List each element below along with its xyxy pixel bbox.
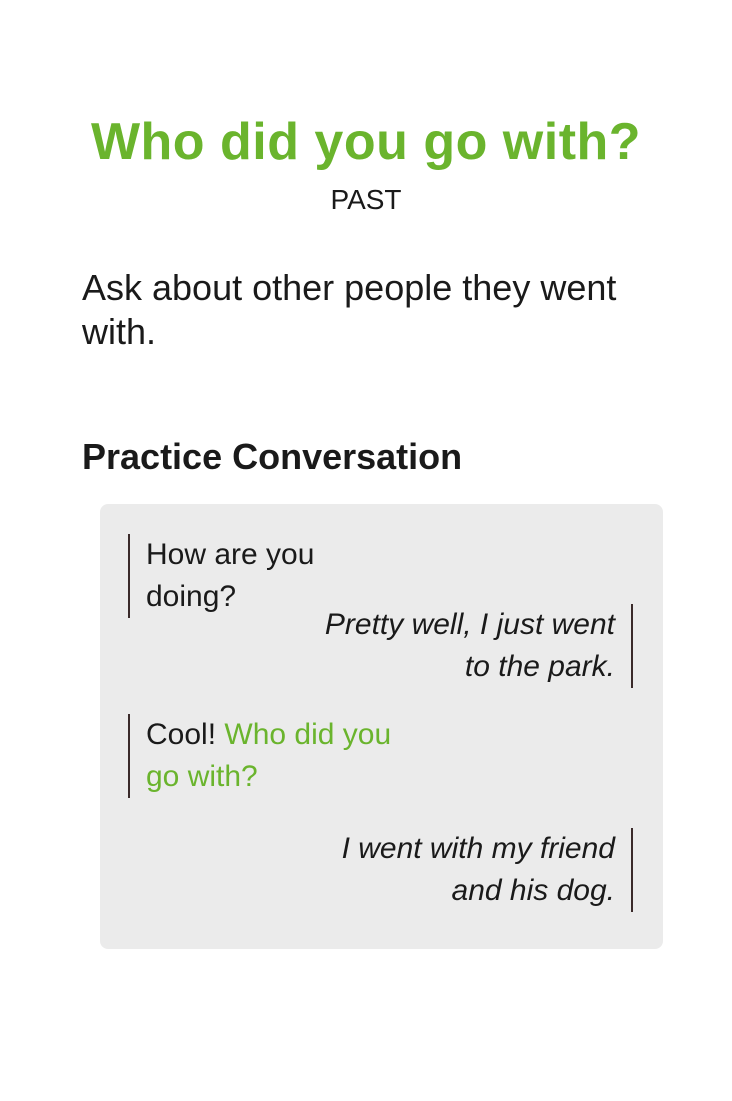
conversation-line-3-prefix: Cool! bbox=[146, 718, 225, 751]
conversation-box: How are you doing? Pretty well, I just w… bbox=[100, 504, 663, 949]
conversation-line-3: Cool! Who did you go with? bbox=[128, 714, 396, 798]
instruction-text: Ask about other people they went with. bbox=[82, 267, 617, 352]
conversation-line-2: Pretty well, I just went to the park. bbox=[315, 604, 633, 688]
section-heading: Practice Conversation bbox=[82, 436, 463, 477]
card-title: Who did you go with? bbox=[90, 113, 642, 171]
phrase-card: Who did you go with? PAST Ask about othe… bbox=[0, 0, 732, 1101]
tense-label: PAST bbox=[330, 184, 402, 215]
conversation-line-4: I went with my friend and his dog. bbox=[295, 828, 633, 912]
